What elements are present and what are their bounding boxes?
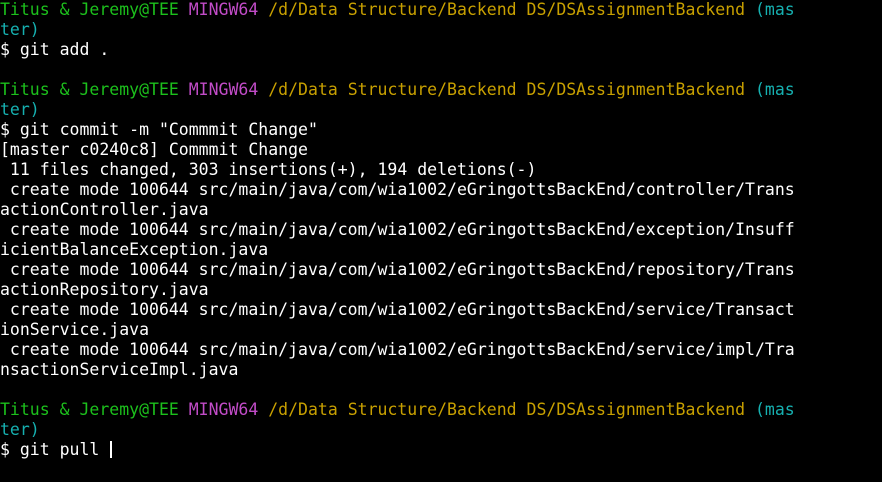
prompt-msystem: MINGW64 bbox=[188, 80, 259, 99]
prompt-path: /d/Data Structure/Backend DS/DSAssignmen… bbox=[268, 400, 746, 419]
prompt-branch-wrap: ter) bbox=[0, 20, 40, 39]
output-text: create mode 100644 src/main/java/com/wia… bbox=[0, 340, 795, 359]
output-line: create mode 100644 src/main/java/com/wia… bbox=[0, 340, 882, 360]
command-text: $ git add . bbox=[0, 40, 110, 59]
output-line: icientBalanceException.java bbox=[0, 240, 882, 260]
output-line: ionService.java bbox=[0, 320, 882, 340]
prompt-line: Titus & Jeremy@TEE MINGW64 /d/Data Struc… bbox=[0, 400, 882, 420]
output-text: nsactionServiceImpl.java bbox=[0, 360, 239, 379]
prompt-user-host: Titus & Jeremy@TEE bbox=[0, 80, 179, 99]
prompt-line: Titus & Jeremy@TEE MINGW64 /d/Data Struc… bbox=[0, 80, 882, 100]
commit-summary: 11 files changed, 303 insertions(+), 194… bbox=[0, 160, 537, 179]
prompt-branch: (mas bbox=[755, 0, 795, 19]
prompt-line: Titus & Jeremy@TEE MINGW64 /d/Data Struc… bbox=[0, 0, 882, 20]
prompt-branch-wrap: ter) bbox=[0, 100, 40, 119]
text-cursor bbox=[110, 441, 113, 458]
command-text: $ git commit -m "Commmit Change" bbox=[0, 120, 318, 139]
output-text: create mode 100644 src/main/java/com/wia… bbox=[0, 260, 795, 279]
prompt-path: /d/Data Structure/Backend DS/DSAssignmen… bbox=[268, 0, 746, 19]
prompt-branch: (mas bbox=[755, 400, 795, 419]
output-text: actionRepository.java bbox=[0, 280, 209, 299]
prompt-user-host: Titus & Jeremy@TEE bbox=[0, 0, 179, 19]
output-text: create mode 100644 src/main/java/com/wia… bbox=[0, 180, 795, 199]
command-input-line[interactable]: $ git pull bbox=[0, 440, 882, 460]
command-line: $ git commit -m "Commmit Change" bbox=[0, 120, 882, 140]
output-text: actionController.java bbox=[0, 200, 209, 219]
output-line: create mode 100644 src/main/java/com/wia… bbox=[0, 220, 882, 240]
prompt-line-wrap: ter) bbox=[0, 20, 882, 40]
output-text: icientBalanceException.java bbox=[0, 240, 269, 259]
output-line: 11 files changed, 303 insertions(+), 194… bbox=[0, 160, 882, 180]
prompt-user-host: Titus & Jeremy@TEE bbox=[0, 400, 179, 419]
prompt-line-wrap: ter) bbox=[0, 100, 882, 120]
command-line: $ git add . bbox=[0, 40, 882, 60]
prompt-msystem: MINGW64 bbox=[188, 400, 259, 419]
terminal-window[interactable]: Titus & Jeremy@TEE MINGW64 /d/Data Struc… bbox=[0, 0, 882, 482]
prompt-path: /d/Data Structure/Backend DS/DSAssignmen… bbox=[268, 80, 746, 99]
output-line: actionController.java bbox=[0, 200, 882, 220]
prompt-branch: (mas bbox=[755, 80, 795, 99]
output-text: ionService.java bbox=[0, 320, 150, 339]
prompt-line-wrap: ter) bbox=[0, 420, 882, 440]
commit-header: [master c0240c8] Commmit Change bbox=[0, 140, 308, 159]
command-input[interactable]: $ git pull bbox=[0, 440, 109, 459]
prompt-msystem: MINGW64 bbox=[188, 0, 259, 19]
output-line: create mode 100644 src/main/java/com/wia… bbox=[0, 260, 882, 280]
prompt-branch-wrap: ter) bbox=[0, 420, 40, 439]
output-line: actionRepository.java bbox=[0, 280, 882, 300]
output-line: create mode 100644 src/main/java/com/wia… bbox=[0, 300, 882, 320]
output-text: create mode 100644 src/main/java/com/wia… bbox=[0, 220, 795, 239]
output-line: create mode 100644 src/main/java/com/wia… bbox=[0, 180, 882, 200]
output-line: nsactionServiceImpl.java bbox=[0, 360, 882, 380]
output-text: create mode 100644 src/main/java/com/wia… bbox=[0, 300, 795, 319]
output-line: [master c0240c8] Commmit Change bbox=[0, 140, 882, 160]
